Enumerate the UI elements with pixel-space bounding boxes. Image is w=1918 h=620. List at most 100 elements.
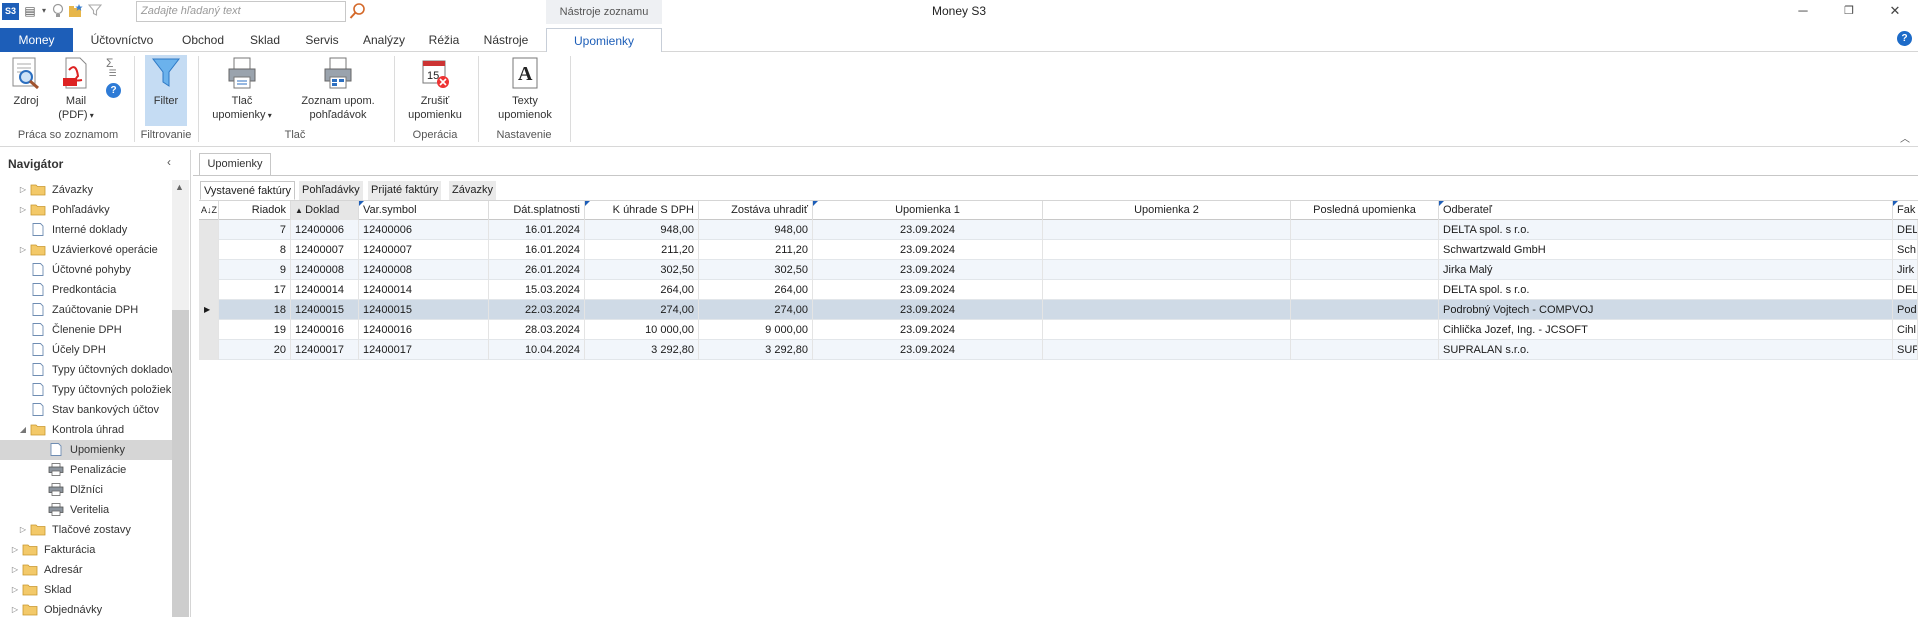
nav-item[interactable]: ▷ Sklad <box>0 580 172 600</box>
column-upomienka-2[interactable]: Upomienka 2 <box>1043 201 1291 220</box>
cell-varsymbol[interactable]: 12400006 <box>359 220 489 240</box>
cell-fak[interactable]: DEL <box>1893 220 1918 240</box>
row-header[interactable] <box>199 240 219 260</box>
cell-splatnost[interactable]: 16.01.2024 <box>489 240 585 260</box>
tab-sklad[interactable]: Sklad <box>240 28 290 52</box>
column-k-uhrade[interactable]: K úhrade S DPH <box>585 201 699 220</box>
cell-odberatel[interactable]: Podrobný Vojtech - COMPVOJ <box>1439 300 1893 320</box>
cell-posledna[interactable] <box>1291 300 1439 320</box>
cell-riadok[interactable]: 9 <box>219 260 291 280</box>
nav-item[interactable]: Typy účtovných položiek <box>0 380 172 400</box>
column-fak[interactable]: Fak <box>1893 201 1918 220</box>
cell-splatnost[interactable]: 16.01.2024 <box>489 220 585 240</box>
subtab-prijate-faktury[interactable]: Prijaté faktúry <box>368 181 442 200</box>
collapse-navigator-icon[interactable]: ‹ <box>167 155 171 169</box>
cell-splatnost[interactable]: 26.01.2024 <box>489 260 585 280</box>
column-upomienka-1[interactable]: Upomienka 1 <box>813 201 1043 220</box>
cell-riadok[interactable]: 19 <box>219 320 291 340</box>
table-row[interactable]: 19 12400016 12400016 28.03.2024 10 000,00 9 0… <box>199 320 1918 340</box>
column-varsymbol[interactable]: Var.symbol <box>359 201 489 220</box>
expand-arrow-icon[interactable]: ▷ <box>18 520 28 540</box>
info-help-icon[interactable]: ? <box>106 83 121 98</box>
cell-odberatel[interactable]: DELTA spol. s r.o. <box>1439 220 1893 240</box>
scroll-up-icon[interactable]: ▲ <box>175 182 184 192</box>
nav-item[interactable]: Účtovné pohyby <box>0 260 172 280</box>
expand-arrow-icon[interactable]: ▷ <box>18 200 28 220</box>
search-icon[interactable] <box>347 1 369 22</box>
expand-arrow-icon[interactable]: ▷ <box>10 560 20 580</box>
row-header[interactable] <box>199 320 219 340</box>
app-logo[interactable]: S3 <box>2 3 19 20</box>
funnel-icon[interactable] <box>87 3 103 19</box>
subtab-pohladavky[interactable]: Pohľadávky <box>299 181 363 200</box>
cell-upomienka-1[interactable]: 23.09.2024 <box>813 280 1043 300</box>
cell-doklad[interactable]: 12400006 <box>291 220 359 240</box>
nav-item[interactable]: Penalizácie <box>0 460 172 480</box>
cell-fak[interactable]: Sch <box>1893 240 1918 260</box>
cell-upomienka-1[interactable]: 23.09.2024 <box>813 340 1043 360</box>
cell-varsymbol[interactable]: 12400016 <box>359 320 489 340</box>
cell-posledna[interactable] <box>1291 280 1439 300</box>
column-riadok[interactable]: Riadok <box>219 201 291 220</box>
cell-fak[interactable]: Cihl <box>1893 320 1918 340</box>
cell-odberatel[interactable]: Schwartzwald GmbH <box>1439 240 1893 260</box>
cell-varsymbol[interactable]: 12400015 <box>359 300 489 320</box>
cell-zostava[interactable]: 264,00 <box>699 280 813 300</box>
current-row-marker-icon[interactable]: ▶ <box>199 300 219 320</box>
cell-zostava[interactable]: 9 000,00 <box>699 320 813 340</box>
cell-k-uhrade[interactable]: 302,50 <box>585 260 699 280</box>
table-row[interactable]: 20 12400017 12400017 10.04.2024 3 292,80 3 29… <box>199 340 1918 360</box>
table-row[interactable]: 17 12400014 12400014 15.03.2024 264,00 264,00… <box>199 280 1918 300</box>
cell-upomienka-1[interactable]: 23.09.2024 <box>813 320 1043 340</box>
nav-item[interactable]: Veritelia <box>0 500 172 520</box>
nav-item[interactable]: ▷ Fakturácia <box>0 540 172 560</box>
collapse-arrow-icon[interactable]: ◢ <box>18 420 28 440</box>
tab-servis[interactable]: Servis <box>297 28 347 52</box>
expand-arrow-icon[interactable]: ▷ <box>18 180 28 200</box>
row-header[interactable] <box>199 280 219 300</box>
cell-upomienka-2[interactable] <box>1043 280 1291 300</box>
cell-k-uhrade[interactable]: 948,00 <box>585 220 699 240</box>
search-input[interactable]: Zadajte hľadaný text <box>136 1 346 22</box>
cell-upomienka-2[interactable] <box>1043 300 1291 320</box>
cell-zostava[interactable]: 3 292,80 <box>699 340 813 360</box>
column-odberatel[interactable]: Odberateľ <box>1439 201 1893 220</box>
tab-uctovnictvo[interactable]: Účtovníctvo <box>80 28 164 52</box>
cell-splatnost[interactable]: 22.03.2024 <box>489 300 585 320</box>
zrusit-upomienku-button[interactable]: 15 Zrušiť upomienku <box>403 56 467 122</box>
column-zostava-uhradit[interactable]: Zostáva uhradiť <box>699 201 813 220</box>
sort-az-icon[interactable]: A↓Z <box>199 201 219 220</box>
cell-fak[interactable]: Pod <box>1893 300 1918 320</box>
cell-odberatel[interactable]: DELTA spol. s r.o. <box>1439 280 1893 300</box>
navigator-scrollbar[interactable]: ▲ <box>172 180 189 617</box>
cell-k-uhrade[interactable]: 10 000,00 <box>585 320 699 340</box>
nav-item[interactable]: Stav bankových účtov <box>0 400 172 420</box>
cell-k-uhrade[interactable]: 3 292,80 <box>585 340 699 360</box>
column-posledna-upomienka[interactable]: Posledná upomienka <box>1291 201 1439 220</box>
cell-upomienka-2[interactable] <box>1043 320 1291 340</box>
mail-pdf-button[interactable]: Mail (PDF) ▾ <box>56 56 96 123</box>
sort-list-icon[interactable]: ☰ <box>105 68 120 83</box>
nav-item[interactable]: Interné doklady <box>0 220 172 240</box>
cell-upomienka-2[interactable] <box>1043 260 1291 280</box>
cell-doklad[interactable]: 12400014 <box>291 280 359 300</box>
table-row[interactable]: 7 12400006 12400006 16.01.2024 948,00 948,00 2… <box>199 220 1918 240</box>
tab-nastroje[interactable]: Nástroje <box>474 28 538 52</box>
cell-varsymbol[interactable]: 12400007 <box>359 240 489 260</box>
cell-k-uhrade[interactable]: 274,00 <box>585 300 699 320</box>
nav-item[interactable]: Predkontácia <box>0 280 172 300</box>
cell-zostava[interactable]: 948,00 <box>699 220 813 240</box>
cell-varsymbol[interactable]: 12400017 <box>359 340 489 360</box>
nav-item[interactable]: ▷ Adresár <box>0 560 172 580</box>
cell-upomienka-2[interactable] <box>1043 220 1291 240</box>
cell-posledna[interactable] <box>1291 260 1439 280</box>
nav-item[interactable]: Dlžníci <box>0 480 172 500</box>
cell-splatnost[interactable]: 15.03.2024 <box>489 280 585 300</box>
cell-splatnost[interactable]: 10.04.2024 <box>489 340 585 360</box>
nav-item[interactable]: Typy účtovných dokladov <box>0 360 172 380</box>
nav-item[interactable]: Členenie DPH <box>0 320 172 340</box>
subtab-vystavene-faktury[interactable]: Vystavené faktúry <box>200 181 296 200</box>
cell-doklad[interactable]: 12400016 <box>291 320 359 340</box>
nav-item[interactable]: ▷ Objednávky <box>0 600 172 620</box>
row-header[interactable] <box>199 340 219 360</box>
